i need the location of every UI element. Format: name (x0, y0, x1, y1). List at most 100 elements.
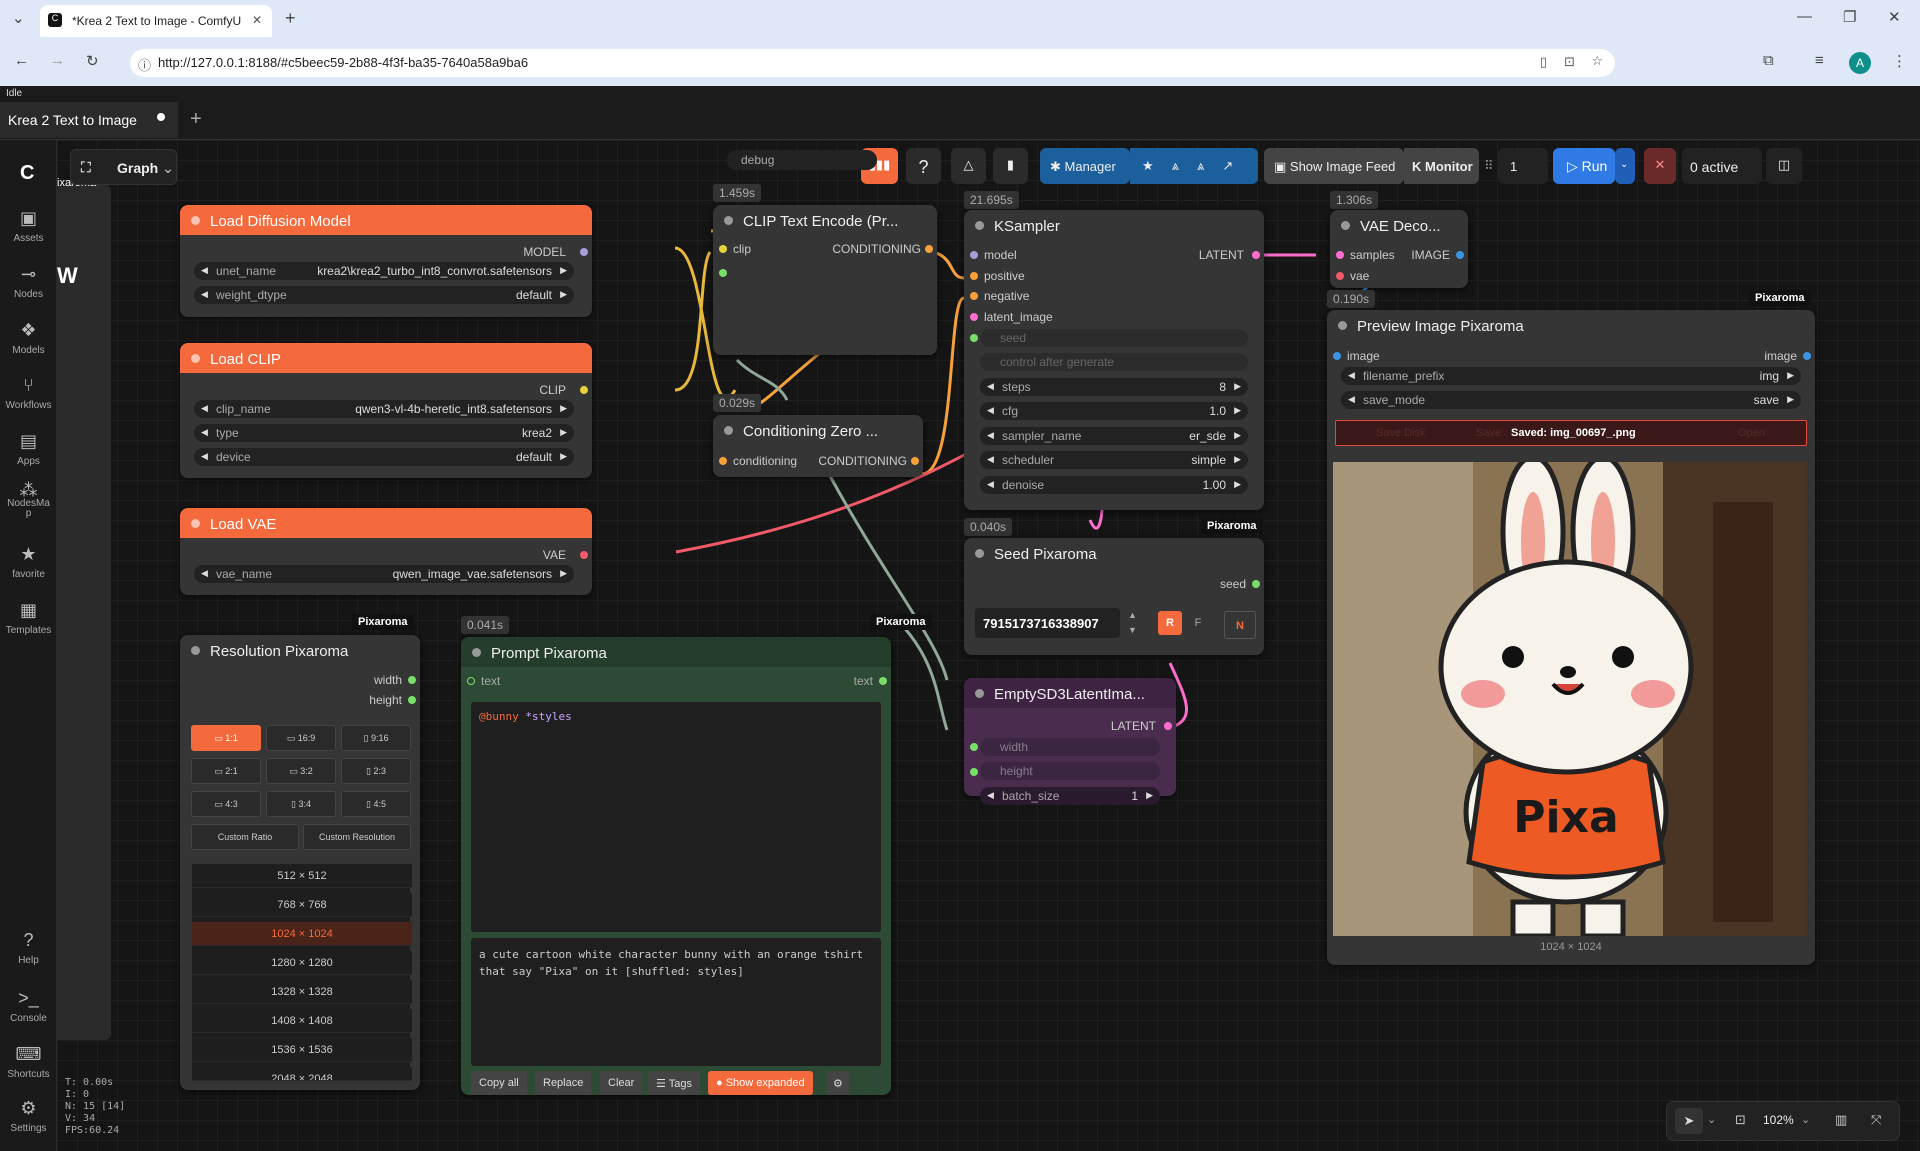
latent-input-dot[interactable] (970, 313, 978, 321)
reload-icon[interactable]: ↻ (86, 52, 99, 70)
conditioning-input-dot[interactable] (719, 457, 727, 465)
resolution-option-selected[interactable]: 1024 × 1024 (192, 922, 412, 946)
sidebar-item-nodesmap[interactable]: ⁂ NodesMa p (0, 481, 57, 519)
vae-decode-node[interactable]: VAE Deco... samples vae IMAGE (1330, 210, 1468, 288)
monitor-button[interactable]: K Monitor (1404, 148, 1479, 184)
conditioning-zero-node[interactable]: Conditioning Zero ... conditioning CONDI… (713, 415, 923, 477)
tags-button[interactable]: ☰ Tags (648, 1071, 700, 1095)
ratio-9-16-button[interactable]: ▯ 9:16 (341, 725, 411, 751)
negative-input-dot[interactable] (970, 292, 978, 300)
restore-icon[interactable]: ❐ (1843, 8, 1856, 26)
ratio-4-3-button[interactable]: ▭ 4:3 (191, 791, 261, 817)
resolution-option[interactable]: 2048 × 2048 (192, 1067, 412, 1081)
back-icon[interactable]: ← (14, 52, 29, 69)
samples-input-dot[interactable] (1336, 251, 1344, 259)
latent-output-dot[interactable] (1252, 251, 1260, 259)
sidebar-item-console[interactable]: >_ Console (0, 988, 57, 1024)
cfg-widget[interactable]: cfg1.0 (980, 402, 1248, 420)
seed-value-input[interactable]: 7915173716338907 (975, 608, 1120, 638)
resolution-option[interactable]: 768 × 768 (192, 893, 412, 917)
tab-menu-icon[interactable]: ⌄ (12, 9, 25, 27)
help-button-icon[interactable]: ? (906, 148, 941, 184)
clear-button[interactable]: Clear (600, 1071, 643, 1095)
sidebar-item-nodes[interactable]: ⊸ Nodes (0, 264, 57, 300)
clip-device-widget[interactable]: devicedefault (194, 448, 574, 466)
prompt-pixaroma-node[interactable]: Prompt Pixaroma text text @bunny *styles… (461, 637, 891, 1095)
ratio-2-3-button[interactable]: ▯ 2:3 (341, 758, 411, 784)
manager-button[interactable]: ✱ Manager (1040, 148, 1130, 184)
preview-image[interactable]: Pixa (1333, 462, 1807, 936)
replace-button[interactable]: Replace (535, 1071, 592, 1095)
resolution-pixaroma-node[interactable]: Resolution Pixaroma width height ▭ 1:1 ▭… (180, 635, 420, 1090)
resolution-option[interactable]: 1408 × 1408 (192, 1009, 412, 1033)
clip-type-widget[interactable]: typekrea2 (194, 424, 574, 442)
text-input-dot[interactable] (719, 269, 727, 277)
drag-handle-icon[interactable]: ⠿ (1484, 158, 1494, 174)
zoom-level[interactable]: 102% (1763, 1113, 1794, 1127)
load-clip-node[interactable]: Load CLIP CLIP clip_nameqwen3-vl-4b-here… (180, 343, 592, 478)
comfy-logo-icon[interactable]: C (20, 162, 34, 185)
clip-output-dot[interactable] (580, 386, 588, 394)
height-output-dot[interactable] (408, 696, 416, 704)
minimize-icon[interactable]: — (1797, 8, 1812, 25)
seed-input-dot[interactable] (970, 334, 978, 342)
toggle-panel-icon[interactable]: ◫ (1766, 148, 1802, 184)
fit-view-icon[interactable]: ⊡ (1735, 1112, 1746, 1128)
text-output-dot[interactable] (879, 677, 887, 685)
vae-output-dot[interactable] (580, 551, 588, 559)
preview-image-node[interactable]: Preview Image Pixaroma image image filen… (1327, 310, 1815, 965)
save-mode-widget[interactable]: save_modesave (1341, 391, 1801, 409)
extensions-icon[interactable]: ⧉ (1763, 52, 1774, 69)
sidebar-item-workflows[interactable]: ⑂ Workflows (0, 375, 57, 411)
browser-tab[interactable]: C *Krea 2 Text to Image - ComfyU ✕ (40, 5, 272, 37)
custom-ratio-button[interactable]: Custom Ratio (191, 824, 299, 850)
zoom-dropdown-icon[interactable]: ⌄ (1801, 1113, 1810, 1126)
clip-name-widget[interactable]: clip_nameqwen3-vl-4b-heretic_int8.safete… (194, 400, 574, 418)
sidebar-item-help[interactable]: ? Help (0, 930, 57, 966)
load-vae-node[interactable]: Load VAE VAE vae_nameqwen_image_vae.safe… (180, 508, 592, 595)
sidebar-item-settings[interactable]: ⚙ Settings (0, 1098, 57, 1134)
clip-text-encode-node[interactable]: CLIP Text Encode (Pr... clip CONDITIONIN… (713, 205, 937, 355)
batch-size-widget[interactable]: batch_size1 (980, 787, 1160, 805)
latent-output-dot[interactable] (1164, 722, 1172, 730)
width-output-dot[interactable] (408, 676, 416, 684)
resolution-option[interactable]: 1280 × 1280 (192, 951, 412, 975)
ratio-3-4-button[interactable]: ▯ 3:4 (266, 791, 336, 817)
profile-avatar[interactable]: A (1849, 52, 1871, 74)
cancel-run-icon[interactable]: ✕ (1644, 148, 1676, 184)
pixaroma-icon[interactable]: △ (951, 148, 986, 184)
template-editor[interactable]: @bunny *styles (471, 702, 881, 932)
browser-menu-icon[interactable]: ⋮ (1892, 52, 1907, 70)
new-tab-icon[interactable]: + (285, 8, 296, 29)
ratio-3-2-button[interactable]: ▭ 3:2 (266, 758, 336, 784)
minimap-icon[interactable]: ▥ (1835, 1112, 1847, 1128)
new-seed-button[interactable]: N (1224, 611, 1256, 639)
sidebar-item-favorite[interactable]: ★ favorite (0, 544, 57, 580)
show-image-feed-button[interactable]: ▣ Show Image Feed (1264, 148, 1404, 184)
clip-input-dot[interactable] (719, 245, 727, 253)
scheduler-widget[interactable]: schedulersimple (980, 451, 1248, 469)
bookmark-icon[interactable]: ▮ (993, 148, 1028, 184)
seed-pixaroma-node[interactable]: Seed Pixaroma seed 7915173716338907 ▲ ▼ R… (964, 538, 1264, 655)
site-info-icon[interactable]: ⓘ (138, 55, 151, 74)
random-seed-button[interactable]: R (1158, 611, 1182, 635)
prompt-settings-icon[interactable]: ⚙ (827, 1071, 849, 1095)
conditioning-output-dot[interactable] (911, 457, 919, 465)
vae-name-widget[interactable]: vae_nameqwen_image_vae.safetensors (194, 565, 574, 583)
open-button[interactable]: Open (1738, 427, 1765, 439)
seed-output-dot[interactable] (1252, 580, 1260, 588)
sidebar-item-templates[interactable]: ▦ Templates (0, 600, 57, 636)
model-output-dot[interactable] (580, 248, 588, 256)
load-diffusion-model-node[interactable]: Load Diffusion Model MODEL unet_namekrea… (180, 205, 592, 317)
select-tool-icon[interactable]: ➤ (1675, 1108, 1703, 1134)
hide-links-icon[interactable]: ⤧ (1871, 1112, 1881, 1128)
seed-stepper-icon[interactable]: ▲ ▼ (1128, 608, 1137, 638)
run-button[interactable]: ▷ Run (1553, 148, 1615, 184)
image-input-dot[interactable] (1333, 352, 1341, 360)
denoise-widget[interactable]: denoise1.00 (980, 476, 1248, 494)
save-button[interactable]: Save (1476, 427, 1501, 439)
install-icon[interactable]: ⊡ (1564, 54, 1575, 70)
conditioning-output-dot[interactable] (925, 245, 933, 253)
debug-widget[interactable]: debug (727, 150, 877, 170)
image-output-dot[interactable] (1456, 251, 1464, 259)
